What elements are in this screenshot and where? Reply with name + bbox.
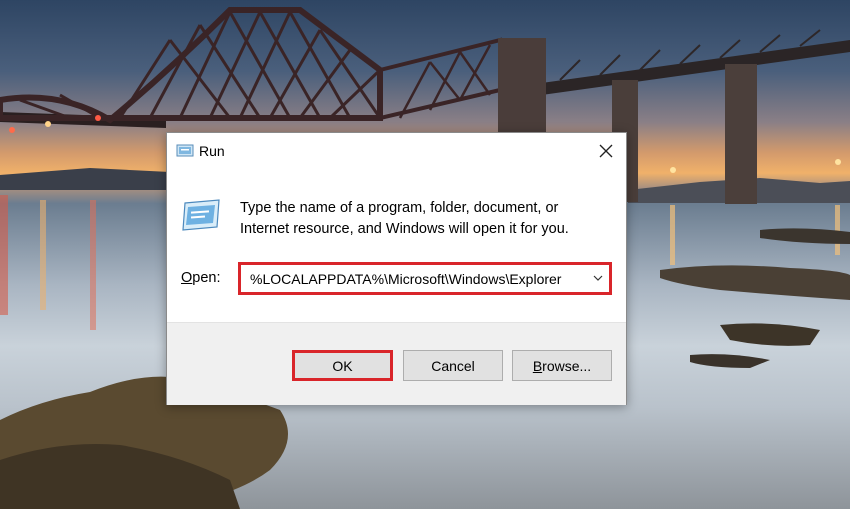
run-app-icon	[176, 144, 194, 157]
run-app-icon	[182, 199, 220, 231]
ok-button[interactable]: OK	[292, 350, 393, 381]
open-label-text: pen:	[192, 270, 221, 286]
open-combobox[interactable]: %LOCALAPPDATA%\Microsoft\Windows\Explore…	[238, 262, 612, 295]
browse-label: rowse...	[542, 357, 592, 374]
close-icon	[599, 144, 613, 158]
run-dialog: Run Type the name of a program, folder, …	[166, 132, 627, 405]
open-label-accelerator: O	[181, 270, 193, 286]
browse-button[interactable]: Browse...	[512, 350, 612, 381]
chevron-down-icon[interactable]	[593, 274, 603, 282]
open-label: Open:	[181, 270, 221, 286]
dialog-title: Run	[199, 143, 225, 159]
browse-accelerator: B	[532, 357, 543, 374]
cancel-button[interactable]: Cancel	[403, 350, 503, 381]
dialog-description: Type the name of a program, folder, docu…	[240, 200, 569, 237]
title-bar[interactable]: Run	[167, 133, 626, 169]
close-button[interactable]	[592, 137, 620, 165]
button-bar: OK Cancel Browse...	[167, 322, 626, 405]
open-input[interactable]: %LOCALAPPDATA%\Microsoft\Windows\Explore…	[250, 271, 561, 287]
